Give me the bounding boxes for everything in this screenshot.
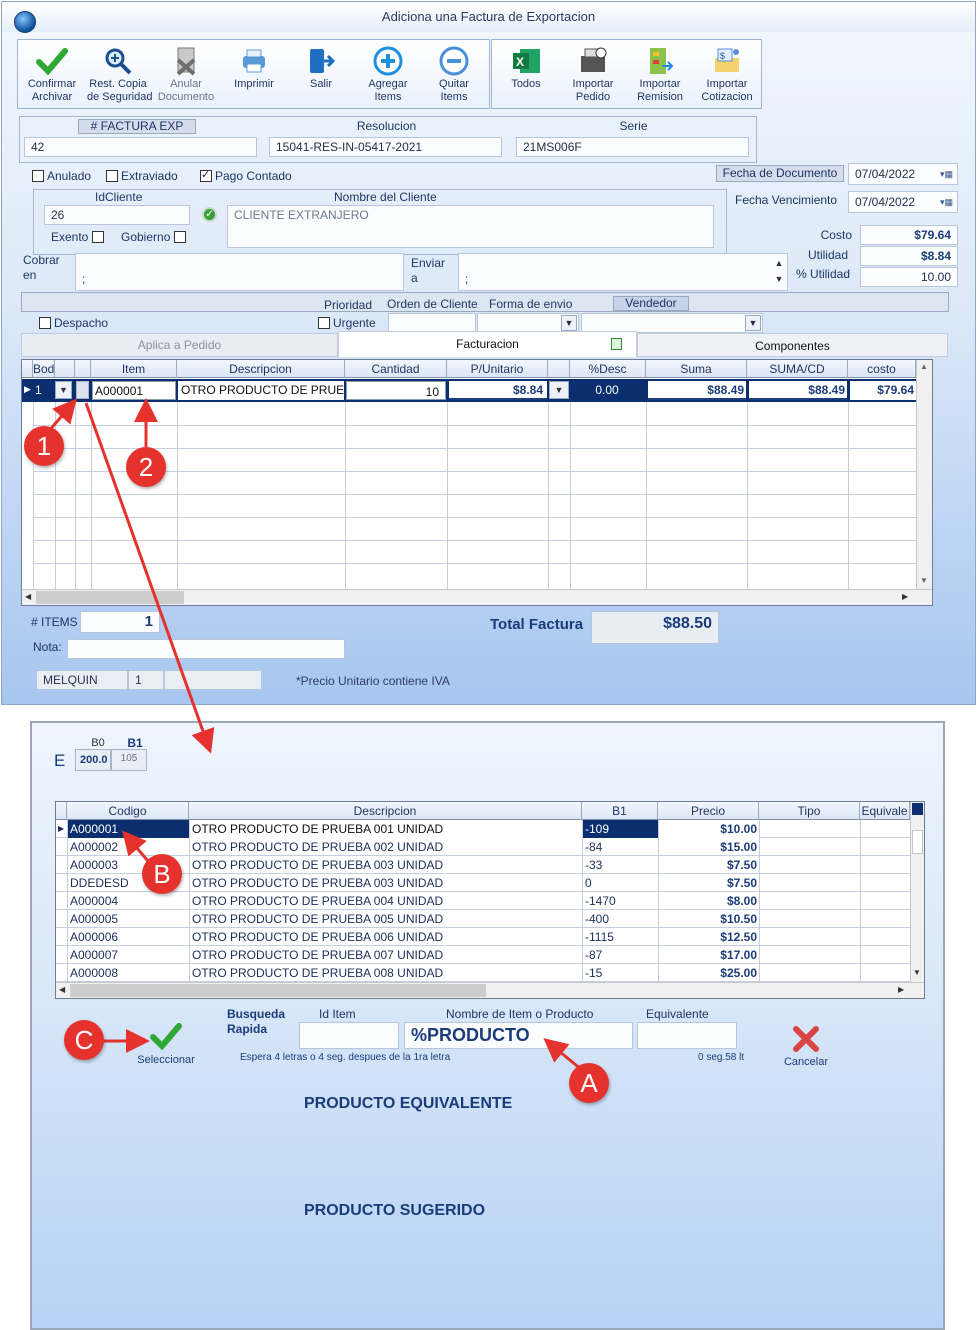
callout-c: C [64,1020,104,1060]
callout-b: B [142,854,182,894]
callout-2: 2 [126,447,166,487]
callout-a: A [569,1063,609,1103]
callout-1: 1 [24,426,64,466]
annotation-arrows [46,398,589,1077]
